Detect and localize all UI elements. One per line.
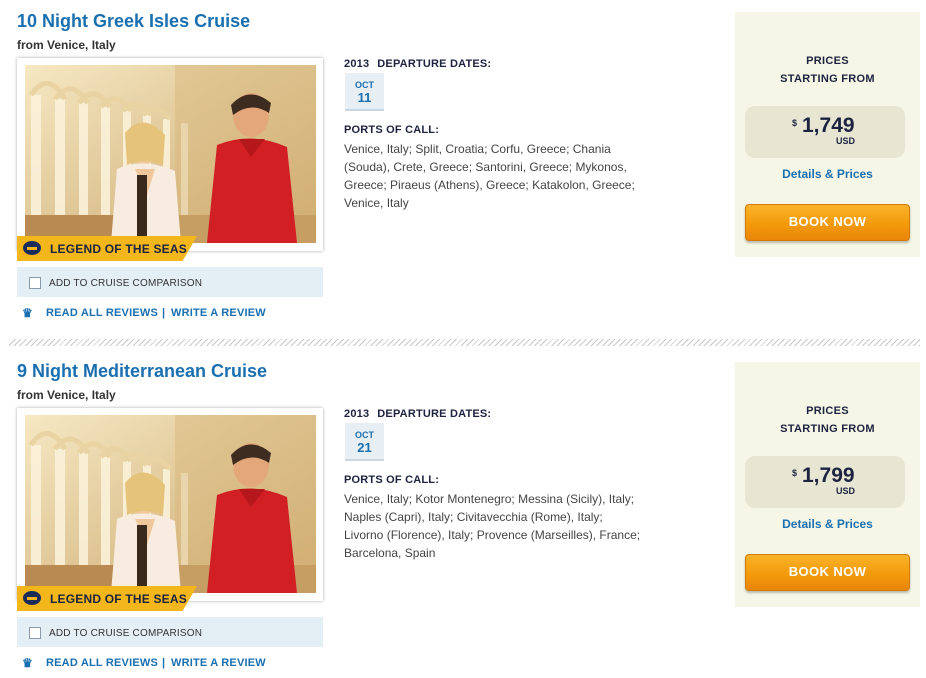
- departure-port: from Venice, Italy: [17, 38, 116, 52]
- departure-day: 11: [357, 90, 372, 105]
- details-and-prices-link[interactable]: Details & Prices: [735, 517, 920, 531]
- ports-of-call-heading: PORTS OF CALL:: [344, 124, 440, 136]
- price-panel: PRICES STARTING FROM $ 1,749 USD Details…: [735, 12, 920, 257]
- ports-of-call-list: Venice, Italy; Kotor Montenegro; Messina…: [344, 492, 641, 560]
- price-amount: 1,749: [802, 114, 855, 137]
- prices-heading: PRICES: [806, 405, 849, 417]
- cruise-comparison-bar[interactable]: ADD TO CRUISE COMPARISON: [17, 617, 323, 647]
- departure-date-button[interactable]: OCT 21: [345, 423, 384, 461]
- ship-name: LEGEND OF THE SEAS: [50, 242, 187, 256]
- departure-dates-heading: 2013 DEPARTURE DATES:: [344, 408, 491, 420]
- price-display: $ 1,749 USD: [745, 106, 905, 158]
- price-amount: 1,799: [802, 464, 855, 487]
- departure-dates-label: DEPARTURE DATES:: [377, 58, 492, 70]
- departure-dates-heading: 2013 DEPARTURE DATES:: [344, 58, 491, 70]
- price-panel: PRICES STARTING FROM $ 1,799 USD Details…: [735, 362, 920, 607]
- currency-symbol: $: [792, 118, 798, 128]
- royal-caribbean-logo-icon: [21, 589, 43, 607]
- cruise-comparison-bar[interactable]: ADD TO CRUISE COMPARISON: [17, 267, 323, 297]
- ship-name: LEGEND OF THE SEAS: [50, 592, 187, 606]
- crown-anchor-icon: ♛: [22, 656, 33, 670]
- prices-heading: PRICES: [806, 55, 849, 67]
- cruise-photo-frame[interactable]: [17, 408, 323, 601]
- book-now-button[interactable]: BOOK NOW: [745, 204, 910, 241]
- currency-symbol: $: [792, 468, 798, 478]
- card-divider: [9, 339, 920, 346]
- write-a-review-link[interactable]: WRITE A REVIEW: [171, 307, 266, 319]
- departure-year: 2013: [344, 408, 370, 420]
- compare-label[interactable]: ADD TO CRUISE COMPARISON: [49, 278, 202, 289]
- write-a-review-link[interactable]: WRITE A REVIEW: [171, 657, 266, 669]
- cruise-photo-frame[interactable]: [17, 58, 323, 251]
- compare-checkbox[interactable]: [29, 627, 41, 639]
- currency-code: USD: [836, 136, 856, 146]
- ports-of-call-heading: PORTS OF CALL:: [344, 474, 440, 486]
- link-separator: |: [162, 657, 166, 669]
- price-display: $ 1,799 USD: [745, 456, 905, 508]
- cruise-title[interactable]: 10 Night Greek Isles Cruise: [17, 11, 250, 32]
- departure-year: 2013: [344, 58, 370, 70]
- royal-caribbean-logo-icon: [21, 239, 43, 257]
- read-all-reviews-link[interactable]: READ ALL REVIEWS: [46, 657, 158, 669]
- read-all-reviews-link[interactable]: READ ALL REVIEWS: [46, 307, 158, 319]
- departure-month: OCT: [355, 80, 374, 90]
- cruise-card: 10 Night Greek Isles Cruise from Venice,…: [0, 0, 926, 340]
- cruise-card: 9 Night Mediterranean Cruise from Venice…: [0, 350, 926, 678]
- compare-label[interactable]: ADD TO CRUISE COMPARISON: [49, 628, 202, 639]
- departure-dates-label: DEPARTURE DATES:: [377, 408, 492, 420]
- currency-code: USD: [836, 486, 856, 496]
- cruise-photo[interactable]: [25, 415, 316, 593]
- book-now-button[interactable]: BOOK NOW: [745, 554, 910, 591]
- departure-date-button[interactable]: OCT 11: [345, 73, 384, 111]
- ports-of-call-list: Venice, Italy; Split, Croatia; Corfu, Gr…: [344, 142, 635, 210]
- ship-name-tag: LEGEND OF THE SEAS: [17, 586, 197, 611]
- ship-name-tag: LEGEND OF THE SEAS: [17, 236, 197, 261]
- cruise-title[interactable]: 9 Night Mediterranean Cruise: [17, 361, 267, 382]
- departure-day: 21: [357, 440, 372, 455]
- starting-from-heading: STARTING FROM: [780, 73, 875, 85]
- compare-checkbox[interactable]: [29, 277, 41, 289]
- departure-month: OCT: [355, 430, 374, 440]
- departure-port: from Venice, Italy: [17, 388, 116, 402]
- cruise-photo[interactable]: [25, 65, 316, 243]
- crown-anchor-icon: ♛: [22, 306, 33, 320]
- details-and-prices-link[interactable]: Details & Prices: [735, 167, 920, 181]
- link-separator: |: [162, 307, 166, 319]
- starting-from-heading: STARTING FROM: [780, 423, 875, 435]
